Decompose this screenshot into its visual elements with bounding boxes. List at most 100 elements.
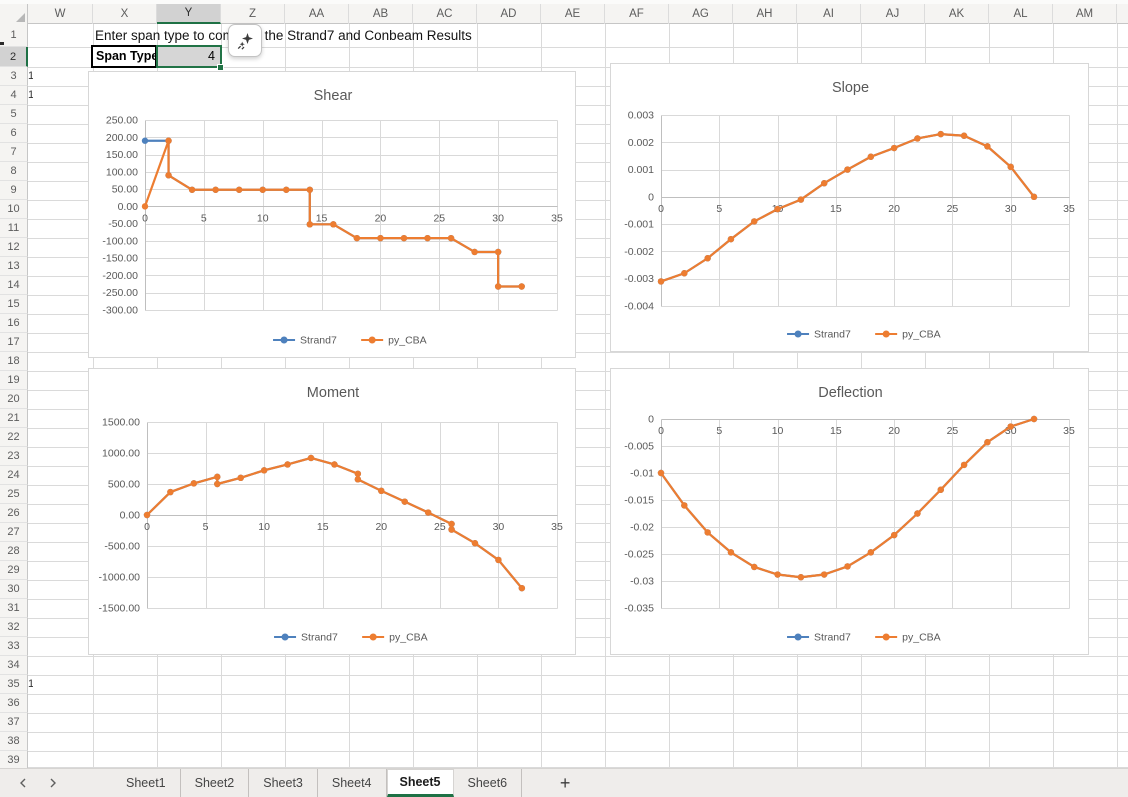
svg-text:15: 15 <box>830 425 842 437</box>
row-header-8[interactable]: 8 <box>0 162 28 181</box>
column-header-aj[interactable]: AJ <box>861 4 925 24</box>
svg-text:Deflection: Deflection <box>818 385 882 401</box>
svg-text:100.00: 100.00 <box>106 166 138 178</box>
column-header-aa[interactable]: AA <box>285 4 349 24</box>
row-header-18[interactable]: 18 <box>0 352 28 371</box>
row-header-19[interactable]: 19 <box>0 371 28 390</box>
shear-chart[interactable]: -300.00-250.00-200.00-150.00-100.00-50.0… <box>88 71 576 358</box>
svg-text:35: 35 <box>551 521 563 533</box>
column-header-y[interactable]: Y <box>157 4 221 24</box>
row-header-34[interactable]: 34 <box>0 656 28 675</box>
row-header-14[interactable]: 14 <box>0 276 28 295</box>
row-header-3[interactable]: 3 <box>0 67 28 86</box>
column-header-w[interactable]: W <box>28 4 93 24</box>
row-header-16[interactable]: 16 <box>0 314 28 333</box>
row-header-28[interactable]: 28 <box>0 542 28 561</box>
svg-text:-0.015: -0.015 <box>624 495 654 507</box>
sheet-tab-sheet5[interactable]: Sheet5 <box>387 769 454 797</box>
row-header-30[interactable]: 30 <box>0 580 28 599</box>
row-header-20[interactable]: 20 <box>0 390 28 409</box>
deflection-chart[interactable]: -0.035-0.03-0.025-0.02-0.015-0.01-0.0050… <box>610 368 1089 655</box>
row-header-24[interactable]: 24 <box>0 466 28 485</box>
row-header-38[interactable]: 38 <box>0 732 28 751</box>
sheet-tab-sheet1[interactable]: Sheet1 <box>112 769 181 797</box>
svg-text:20: 20 <box>375 521 387 533</box>
row-header-36[interactable]: 36 <box>0 694 28 713</box>
svg-text:0.002: 0.002 <box>628 137 654 149</box>
cell-span-type-value-selected[interactable]: 4 <box>156 45 222 68</box>
sheet-tab-sheet3[interactable]: Sheet3 <box>249 769 318 797</box>
svg-text:150.00: 150.00 <box>106 149 138 161</box>
row-header-31[interactable]: 31 <box>0 599 28 618</box>
svg-text:30: 30 <box>1005 203 1017 215</box>
column-header-ah[interactable]: AH <box>733 4 797 24</box>
svg-text:35: 35 <box>1063 425 1075 437</box>
row-header-17[interactable]: 17 <box>0 333 28 352</box>
sheet-tab-sheet4[interactable]: Sheet4 <box>318 769 387 797</box>
column-header-ad[interactable]: AD <box>477 4 541 24</box>
svg-text:35: 35 <box>551 212 563 224</box>
row-header-9[interactable]: 9 <box>0 181 28 200</box>
column-header-ae[interactable]: AE <box>541 4 605 24</box>
row-header-25[interactable]: 25 <box>0 485 28 504</box>
svg-text:30: 30 <box>492 212 504 224</box>
svg-text:Moment: Moment <box>307 385 359 401</box>
row-header-23[interactable]: 23 <box>0 447 28 466</box>
svg-text:-0.025: -0.025 <box>624 549 654 561</box>
row-header-27[interactable]: 27 <box>0 523 28 542</box>
column-header-af[interactable]: AF <box>605 4 669 24</box>
column-header-ac[interactable]: AC <box>413 4 477 24</box>
svg-text:-300.00: -300.00 <box>102 305 138 317</box>
row-header-7[interactable]: 7 <box>0 143 28 162</box>
cell-span-type-label[interactable]: Span Type <box>91 45 157 68</box>
svg-text:15: 15 <box>317 521 329 533</box>
row-header-32[interactable]: 32 <box>0 618 28 637</box>
row-header-12[interactable]: 12 <box>0 238 28 257</box>
row-header-1[interactable]: 1 <box>0 24 28 47</box>
add-sheet-button[interactable]: + <box>550 769 580 797</box>
column-header-ak[interactable]: AK <box>925 4 989 24</box>
row-header-26[interactable]: 26 <box>0 504 28 523</box>
column-header-z[interactable]: Z <box>221 4 285 24</box>
row-header-6[interactable]: 6 <box>0 124 28 143</box>
column-header-am[interactable]: AM <box>1053 4 1117 24</box>
row-header-5[interactable]: 5 <box>0 105 28 124</box>
sheet-nav-prev-button[interactable] <box>8 769 38 797</box>
row-header-15[interactable]: 15 <box>0 295 28 314</box>
row-header-22[interactable]: 22 <box>0 428 28 447</box>
sheet-tab-sheet2[interactable]: Sheet2 <box>181 769 250 797</box>
slope-chart[interactable]: -0.004-0.003-0.002-0.00100.0010.0020.003… <box>610 63 1089 352</box>
row-header-35[interactable]: 35 <box>0 675 28 694</box>
clipped-text-fragment-row-3: 1 <box>28 70 33 83</box>
svg-text:0: 0 <box>144 521 150 533</box>
sheet-tab-sheet6[interactable]: Sheet6 <box>454 769 523 797</box>
column-header-x[interactable]: X <box>93 4 157 24</box>
analyze-data-button[interactable] <box>228 24 262 57</box>
column-header-ab[interactable]: AB <box>349 4 413 24</box>
svg-text:0: 0 <box>142 212 148 224</box>
column-header-ai[interactable]: AI <box>797 4 861 24</box>
cell-instruction-text: Enter span type to compare the Strand7 a… <box>95 27 472 45</box>
column-header-al[interactable]: AL <box>989 4 1053 24</box>
sheet-tabs: Sheet1Sheet2Sheet3Sheet4Sheet5Sheet6 <box>112 769 522 797</box>
row-header-29[interactable]: 29 <box>0 561 28 580</box>
moment-chart[interactable]: -1500.00-1000.00-500.000.00500.001000.00… <box>88 368 576 655</box>
row-header-37[interactable]: 37 <box>0 713 28 732</box>
row-header-21[interactable]: 21 <box>0 409 28 428</box>
svg-text:30: 30 <box>493 521 505 533</box>
row-header-11[interactable]: 11 <box>0 219 28 238</box>
select-all-corner[interactable] <box>0 4 28 24</box>
column-header-ag[interactable]: AG <box>669 4 733 24</box>
row-header-4[interactable]: 4 <box>0 86 28 105</box>
sheet-tab-bar: Sheet1Sheet2Sheet3Sheet4Sheet5Sheet6 + <box>0 768 1128 797</box>
svg-text:0: 0 <box>648 414 654 426</box>
sheet-nav-next-button[interactable] <box>38 769 68 797</box>
svg-text:Strand7: Strand7 <box>814 329 851 341</box>
row-header-2[interactable]: 2 <box>0 47 28 67</box>
selection-fill-handle[interactable] <box>217 64 224 71</box>
row-header-13[interactable]: 13 <box>0 257 28 276</box>
row-header-33[interactable]: 33 <box>0 637 28 656</box>
svg-text:1500.00: 1500.00 <box>102 417 140 429</box>
row-header-10[interactable]: 10 <box>0 200 28 219</box>
svg-text:20: 20 <box>375 212 387 224</box>
